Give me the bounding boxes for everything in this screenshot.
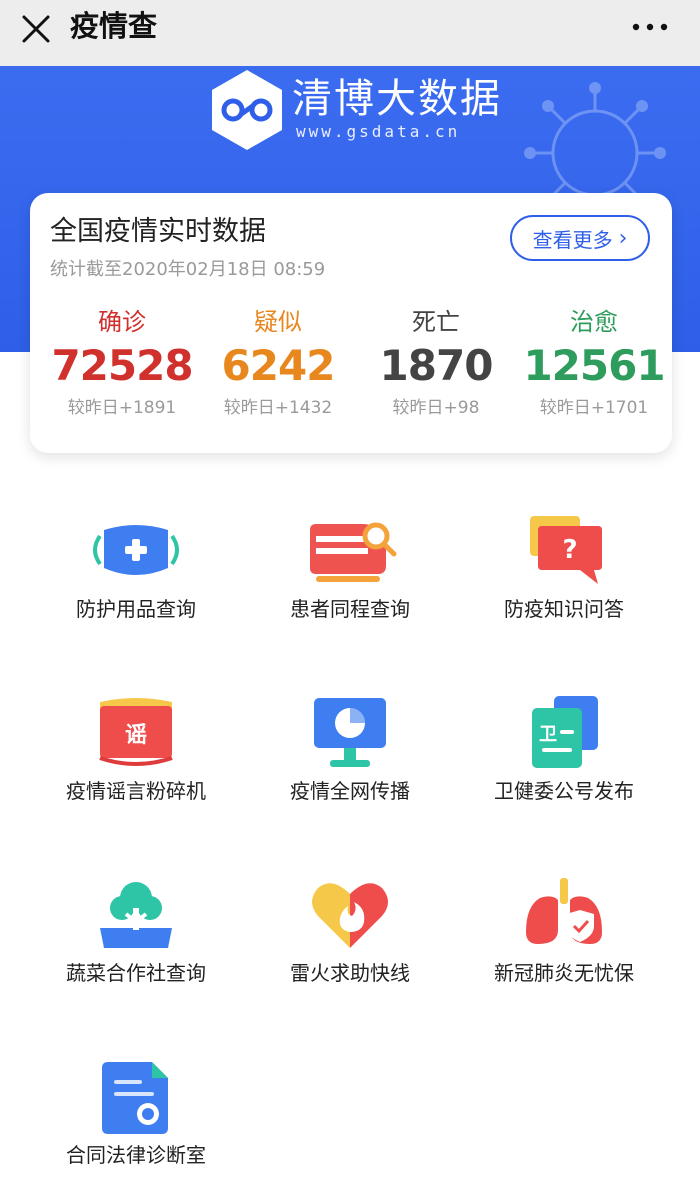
stat-confirmed: 确诊 72528 较昨日+1891 (42, 307, 202, 419)
lungs-shield-icon (526, 878, 602, 944)
stat-label: 疑似 (254, 308, 302, 336)
card-timestamp: 统计截至2020年02月18日 08:59 (50, 259, 326, 280)
stat-cured: 治愈 12561 较昨日+1701 (514, 307, 674, 419)
more-button[interactable] (630, 17, 670, 37)
svg-text:谣: 谣 (125, 723, 147, 748)
svg-text:?: ? (562, 535, 577, 565)
service-label: 合同法律诊断室 (66, 1143, 206, 1167)
realtime-data-card: 全国疫情实时数据 统计截至2020年02月18日 08:59 查看更多 › 确诊… (30, 193, 672, 453)
top-bar: 疫情查 (0, 0, 700, 66)
stat-value: 6242 (221, 341, 336, 390)
service-leihuo-hotline[interactable]: 雷火求助快线 (240, 878, 460, 986)
service-vegetable-coop[interactable]: 蔬菜合作社查询 (26, 878, 246, 986)
chevron-right-icon: › (618, 225, 628, 251)
contract-doc-icon (102, 1062, 168, 1134)
stat-delta: 较昨日+1432 (223, 398, 333, 418)
stat-value: 72528 (51, 341, 193, 390)
stat-suspected: 疑似 6242 较昨日+1432 (198, 307, 358, 419)
service-label: 疫情全网传播 (290, 779, 410, 803)
monitor-chart-icon (314, 698, 386, 767)
service-covid-insurance[interactable]: 新冠肺炎无忧保 (454, 878, 674, 986)
stat-label: 治愈 (570, 308, 618, 336)
service-contract-law[interactable]: 合同法律诊断室 (26, 1060, 246, 1168)
close-icon (22, 15, 50, 43)
mask-icon (93, 525, 179, 575)
service-label: 疫情谣言粉碎机 (66, 779, 206, 803)
service-label: 蔬菜合作社查询 (66, 961, 206, 985)
stat-value: 12561 (523, 341, 665, 390)
brand-logo-icon (212, 70, 282, 150)
stat-delta: 较昨日+1891 (67, 398, 177, 418)
service-label: 新冠肺炎无忧保 (494, 961, 634, 985)
service-protective-supplies[interactable]: 防护用品查询 (26, 514, 246, 622)
service-label: 卫健委公号发布 (494, 779, 634, 803)
see-more-button[interactable]: 查看更多 › (510, 215, 650, 261)
health-doc-icon: 卫 (532, 696, 598, 768)
train-search-icon (310, 522, 397, 582)
more-dots-icon (632, 23, 668, 31)
stat-delta: 较昨日+1701 (539, 398, 649, 418)
vegetable-tree-icon (100, 882, 172, 948)
brand-name: 清博大数据 (292, 76, 502, 122)
service-network-spread[interactable]: 疫情全网传播 (240, 696, 460, 804)
service-label: 患者同程查询 (290, 597, 410, 621)
stat-value: 1870 (379, 341, 494, 390)
close-button[interactable] (18, 11, 54, 47)
service-label: 防护用品查询 (76, 597, 196, 621)
card-title: 全国疫情实时数据 (50, 216, 266, 247)
stat-label: 死亡 (412, 308, 460, 336)
service-rumor-crusher[interactable]: 谣 疫情谣言粉碎机 (26, 696, 246, 804)
stat-delta: 较昨日+98 (392, 398, 480, 418)
service-knowledge-qa[interactable]: ? 防疫知识问答 (454, 514, 674, 622)
service-health-commission[interactable]: 卫 卫健委公号发布 (454, 696, 674, 804)
heart-fire-icon (312, 883, 388, 948)
stat-label: 确诊 (98, 308, 146, 336)
brand-url: www.gsdata.cn (296, 122, 461, 141)
question-chat-icon: ? (530, 516, 602, 584)
service-label: 防疫知识问答 (504, 597, 624, 621)
service-label: 雷火求助快线 (290, 961, 410, 985)
svg-text:卫: 卫 (539, 724, 557, 745)
service-patient-trip[interactable]: 患者同程查询 (240, 514, 460, 622)
page-title: 疫情查 (70, 9, 158, 43)
rumor-book-icon: 谣 (99, 698, 173, 766)
stat-deaths: 死亡 1870 较昨日+98 (356, 307, 516, 419)
see-more-label: 查看更多 (532, 227, 613, 252)
